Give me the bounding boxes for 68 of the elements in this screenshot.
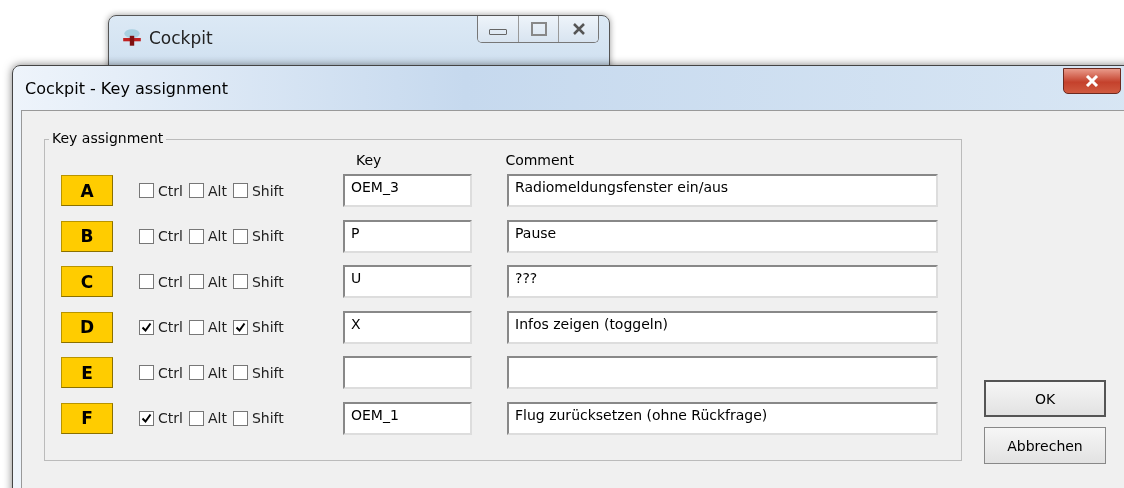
checkbox-label: Alt [207,228,227,245]
checkbox-label: Shift [251,410,284,427]
window-title: Cockpit [149,28,213,48]
checkbox[interactable] [232,410,248,426]
close-icon [571,23,586,35]
key-field[interactable]: X [343,310,472,344]
airplane-icon [121,27,143,49]
checkbox-label: Alt [207,410,227,427]
checkbox[interactable] [188,228,204,244]
checkbox-label: Ctrl [158,364,183,381]
checkbox[interactable] [139,228,154,244]
checkbox[interactable] [188,183,204,199]
checkbox[interactable] [232,183,248,199]
comment-field[interactable]: Radiomeldungsfenster ein/aus [507,174,938,208]
minimize-button[interactable] [478,16,518,42]
key-button[interactable]: D [61,311,113,343]
comment-field[interactable]: Infos zeigen (toggeln) [507,310,938,344]
checkbox[interactable] [188,274,204,290]
checkbox-label: Ctrl [158,319,183,336]
key-field[interactable]: OEM_3 [343,174,472,208]
window-title: Cockpit - Key assignment [25,78,228,98]
group-title: Key assignment [49,130,167,146]
checkbox[interactable] [232,228,248,244]
comment-field[interactable] [507,356,938,390]
checkbox-label: Shift [251,273,284,290]
checkbox-label: Ctrl [158,228,183,245]
checkbox[interactable] [188,319,204,335]
key-button[interactable]: F [61,402,113,434]
key-field[interactable] [343,356,472,390]
checkbox-label: Shift [251,364,284,381]
checkbox[interactable] [232,365,248,381]
checkbox-label: Alt [207,182,227,199]
checkbox-label: Shift [251,319,284,336]
key-button[interactable]: B [61,220,113,252]
maximize-button[interactable] [518,16,558,42]
checkbox[interactable] [188,410,204,426]
column-header: Key [356,152,382,168]
checkbox-label: Ctrl [158,273,183,290]
checkbox[interactable] [139,365,154,381]
close-button[interactable] [558,16,598,42]
checkbox[interactable] [232,319,248,335]
checkbox[interactable] [232,274,248,290]
key-button[interactable]: C [61,266,113,298]
checkbox-label: Alt [207,364,227,381]
checkbox[interactable] [139,410,154,426]
close-icon [1084,75,1100,87]
cancel-button[interactable]: Abbrechen [984,427,1106,464]
key-field[interactable]: OEM_1 [343,401,472,435]
checkbox-label: Ctrl [158,182,183,199]
close-button[interactable] [1063,68,1121,94]
checkbox[interactable] [139,274,154,290]
checkbox-label: Alt [207,273,227,290]
key-field[interactable]: P [343,219,472,253]
key-button[interactable]: E [61,357,113,389]
column-header: Comment [505,152,574,168]
checkbox-label: Shift [251,182,284,199]
comment-field[interactable]: Pause [507,219,938,253]
key-button[interactable]: A [61,175,113,207]
checkbox[interactable] [139,319,154,335]
comment-field[interactable]: ??? [507,265,938,299]
checkbox-label: Shift [251,228,284,245]
checkbox-label: Ctrl [158,410,183,427]
checkbox[interactable] [139,183,154,199]
checkbox[interactable] [188,365,204,381]
key-field[interactable]: U [343,265,472,299]
comment-field[interactable]: Flug zurücksetzen (ohne Rückfrage) [507,401,938,435]
ok-button[interactable]: OK [984,380,1106,417]
checkbox-label: Alt [207,319,227,336]
